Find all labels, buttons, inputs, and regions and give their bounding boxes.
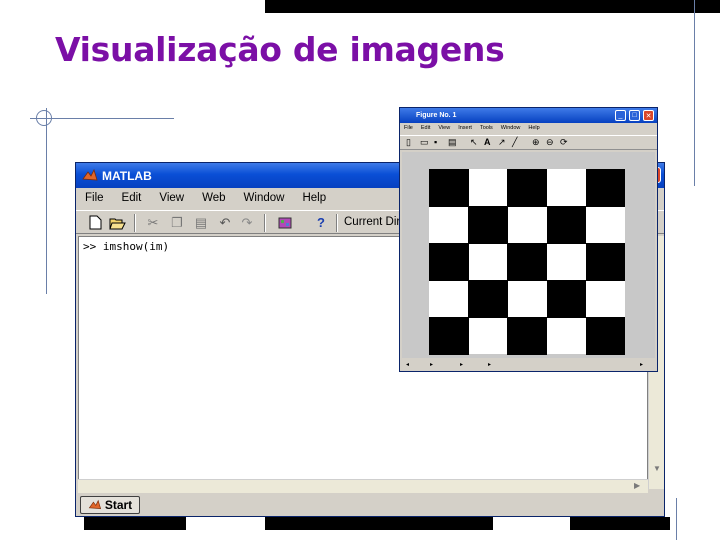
start-label: Start (104, 498, 133, 512)
undo-icon[interactable]: ↶ (216, 214, 234, 231)
decor-vertical-line-bottom (676, 498, 677, 540)
checker-cell (546, 206, 587, 244)
slide-title: Visualização de imagens (55, 30, 505, 69)
top-decor-bar (265, 0, 720, 13)
menu-view[interactable]: View (150, 190, 193, 208)
toolbar-separator (264, 214, 266, 232)
horizontal-scrollbar[interactable]: ▶ (78, 479, 648, 493)
matlab-logo-icon (88, 499, 101, 509)
zoom-in-icon[interactable]: ⊕ (532, 137, 540, 148)
fig-menu-file[interactable]: File (400, 124, 417, 134)
menu-help[interactable]: Help (293, 190, 335, 208)
open-folder-icon[interactable]: ▭ (420, 137, 429, 148)
menu-web[interactable]: Web (193, 190, 234, 208)
bottom-decor-bar-1 (84, 517, 186, 530)
checker-cell (429, 169, 469, 207)
checker-cell (468, 206, 508, 244)
menu-edit[interactable]: Edit (113, 190, 151, 208)
matlab-logo-icon (82, 168, 98, 181)
new-file-icon[interactable]: ▯ (406, 137, 411, 148)
open-folder-icon[interactable] (108, 214, 126, 231)
matlab-title: MATLAB (102, 168, 152, 183)
cut-icon[interactable]: ✂ (144, 214, 162, 231)
help-icon[interactable]: ? (312, 214, 330, 231)
minimize-icon[interactable]: _ (615, 110, 626, 121)
decor-vertical-line-right (694, 0, 695, 186)
figure-menubar: File Edit View Insert Tools Window Help (400, 124, 657, 134)
figure-toolbar: ▯ ▭ ▪ ▤ ↖ A ↗ ╱ ⊕ ⊖ ⟳ (400, 135, 657, 150)
line-tool-icon[interactable]: ╱ (512, 137, 517, 148)
scroll-right-icon[interactable]: ▶ (634, 481, 640, 490)
redo-icon[interactable]: ↷ (238, 214, 256, 231)
checker-cell (507, 169, 548, 207)
menu-file[interactable]: File (76, 190, 113, 208)
checkerboard-image (429, 169, 626, 355)
fig-menu-edit[interactable]: Edit (417, 124, 434, 134)
toolbar-separator (336, 214, 338, 232)
close-icon[interactable]: ✕ (643, 110, 654, 121)
maximize-icon[interactable]: □ (629, 110, 640, 121)
decor-vertical-line-left (46, 108, 47, 294)
checker-cell (585, 169, 626, 207)
bottom-decor-bar-2 (265, 517, 493, 530)
copy-icon[interactable]: ❐ (168, 214, 186, 231)
checker-cell (585, 317, 626, 355)
checker-cell (507, 317, 548, 355)
checker-cell (429, 243, 469, 281)
zoom-out-icon[interactable]: ⊖ (546, 137, 554, 148)
figure-canvas[interactable] (402, 152, 655, 358)
arrow-tool-icon[interactable]: ↗ (498, 137, 506, 148)
select-arrow-icon[interactable]: ↖ (470, 137, 478, 148)
fig-menu-tools[interactable]: Tools (476, 124, 497, 134)
fig-menu-insert[interactable]: Insert (454, 124, 476, 134)
checker-cell (468, 280, 508, 318)
print-icon[interactable]: ▤ (448, 137, 457, 148)
checker-cell (546, 280, 587, 318)
fig-menu-help[interactable]: Help (524, 124, 543, 134)
menu-window[interactable]: Window (235, 190, 294, 208)
matlab-statusbar: Start (76, 493, 664, 517)
decor-circle (36, 110, 52, 126)
rotate-icon[interactable]: ⟳ (560, 137, 568, 148)
bottom-decor-bar-3 (570, 517, 670, 530)
fig-menu-view[interactable]: View (434, 124, 454, 134)
new-file-icon[interactable] (86, 214, 104, 231)
checker-cell (429, 317, 469, 355)
start-button[interactable]: Start (80, 496, 140, 514)
paste-icon[interactable]: ▤ (192, 214, 210, 231)
toolbar-separator (134, 214, 136, 232)
checker-cell (585, 243, 626, 281)
current-dir-label: Current Dir (344, 216, 401, 228)
figure-scrollbar: ◂ ▸ ▸ ▸ ▸ (406, 362, 644, 368)
text-icon[interactable]: A (484, 137, 491, 147)
figure-window: Figure No. 1 _ □ ✕ File Edit View Insert… (399, 107, 658, 372)
fig-menu-window[interactable]: Window (497, 124, 525, 134)
simulink-icon[interactable] (276, 214, 294, 231)
checker-cell (507, 243, 548, 281)
figure-title: Figure No. 1 (416, 112, 457, 119)
save-icon[interactable]: ▪ (434, 137, 437, 147)
scroll-down-icon[interactable]: ▼ (653, 464, 661, 473)
